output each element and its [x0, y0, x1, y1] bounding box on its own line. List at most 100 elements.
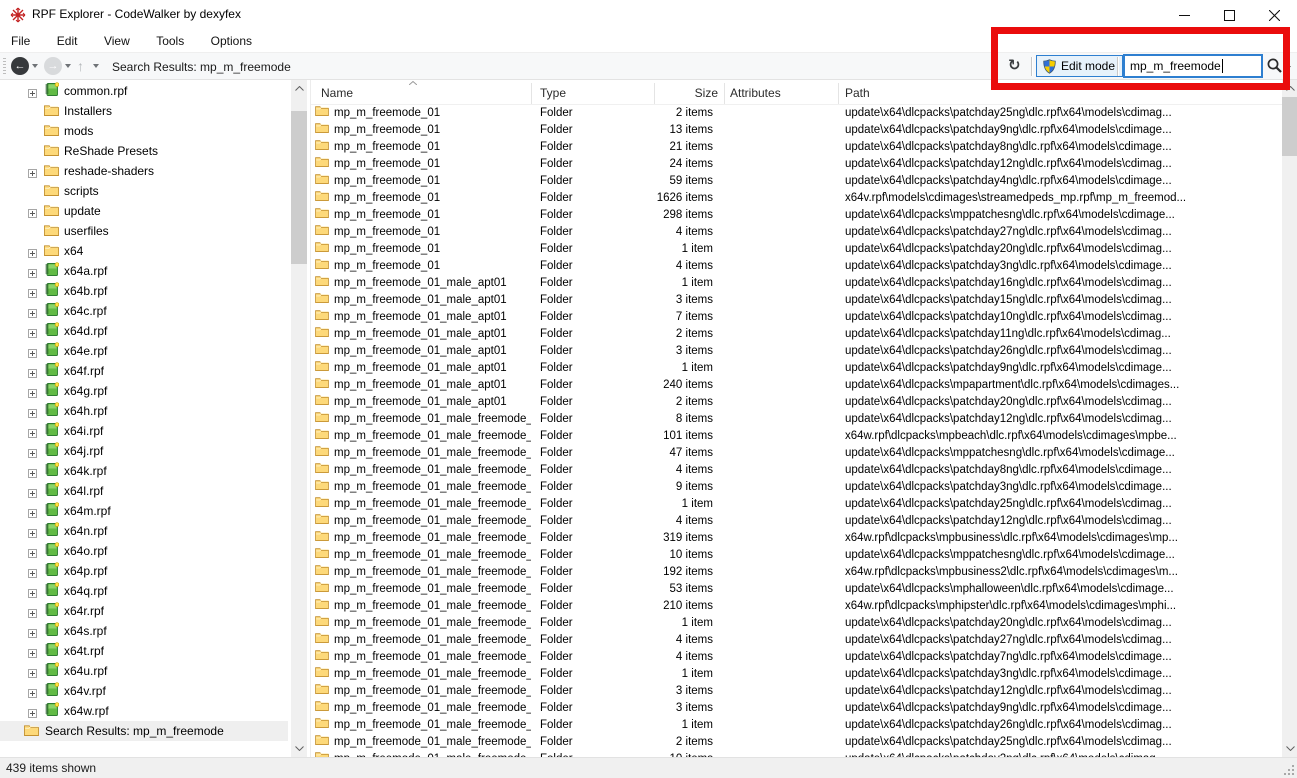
column-header-path[interactable]: Path [845, 86, 870, 100]
scroll-up-icon[interactable] [1282, 80, 1297, 97]
expand-icon[interactable] [28, 567, 37, 576]
expand-icon[interactable] [28, 267, 37, 276]
sidebar-item-x64e-rpf[interactable]: x64e.rpf [0, 341, 288, 361]
sidebar-item-x64c-rpf[interactable]: x64c.rpf [0, 301, 288, 321]
column-header-name[interactable]: Name [321, 86, 353, 100]
table-row[interactable]: mp_m_freemode_01_male_freemode_b...Folde… [311, 428, 1282, 445]
column-header-type[interactable]: Type [540, 86, 566, 100]
expand-icon[interactable] [28, 87, 37, 96]
table-row[interactable]: mp_m_freemode_01Folder4 itemsupdate\x64\… [311, 258, 1282, 275]
sidebar-item-x64t-rpf[interactable]: x64t.rpf [0, 641, 288, 661]
table-row[interactable]: mp_m_freemode_01_male_apt01Folder3 items… [311, 343, 1282, 360]
table-row[interactable]: mp_m_freemode_01_male_freemode_h...Folde… [311, 700, 1282, 717]
menu-edit[interactable]: Edit [46, 30, 89, 48]
sidebar-item-x64b-rpf[interactable]: x64b.rpf [0, 281, 288, 301]
search-icon[interactable] [1266, 57, 1283, 74]
expand-icon[interactable] [28, 687, 37, 696]
list-scrollbar-thumb[interactable] [1282, 97, 1297, 156]
sidebar-item-x64u-rpf[interactable]: x64u.rpf [0, 661, 288, 681]
expand-icon[interactable] [28, 327, 37, 336]
table-row[interactable]: mp_m_freemode_01_male_apt01Folder2 items… [311, 326, 1282, 343]
table-row[interactable]: mp_m_freemode_01Folder13 itemsupdate\x64… [311, 122, 1282, 139]
minimize-button[interactable] [1162, 0, 1207, 30]
table-row[interactable]: mp_m_freemode_01_male_apt01Folder7 items… [311, 309, 1282, 326]
sidebar-item-x64s-rpf[interactable]: x64s.rpf [0, 621, 288, 641]
column-header-attributes[interactable]: Attributes [730, 86, 781, 100]
scroll-down-icon[interactable] [291, 740, 307, 757]
column-divider[interactable] [531, 83, 532, 104]
table-row[interactable]: mp_m_freemode_01_male_apt01Folder1 itemu… [311, 360, 1282, 377]
sidebar-item-x64d-rpf[interactable]: x64d.rpf [0, 321, 288, 341]
column-divider[interactable] [838, 83, 839, 104]
resize-grip-icon[interactable] [1283, 764, 1295, 776]
sidebar-item-x64r-rpf[interactable]: x64r.rpf [0, 601, 288, 621]
expand-icon[interactable] [28, 587, 37, 596]
expand-icon[interactable] [28, 287, 37, 296]
scroll-up-icon[interactable] [291, 80, 307, 97]
sidebar-item-installers[interactable]: Installers [0, 101, 288, 121]
edit-mode-button[interactable]: Edit mode [1036, 55, 1123, 77]
sidebar-item-x64k-rpf[interactable]: x64k.rpf [0, 461, 288, 481]
column-header-size[interactable]: Size [611, 86, 718, 100]
table-row[interactable]: mp_m_freemode_01_male_freemode_h...Folde… [311, 581, 1282, 598]
table-row[interactable]: mp_m_freemode_01_male_freemode_h...Folde… [311, 683, 1282, 700]
menu-view[interactable]: View [93, 30, 141, 48]
expand-icon[interactable] [28, 707, 37, 716]
sidebar-item-update[interactable]: update [0, 201, 288, 221]
expand-icon[interactable] [28, 247, 37, 256]
column-divider[interactable] [654, 83, 655, 104]
back-dropdown-icon[interactable] [32, 64, 38, 68]
expand-icon[interactable] [28, 407, 37, 416]
table-row[interactable]: mp_m_freemode_01Folder24 itemsupdate\x64… [311, 156, 1282, 173]
column-divider[interactable] [724, 83, 725, 104]
table-row[interactable]: mp_m_freemode_01_male_freemode_h...Folde… [311, 734, 1282, 751]
table-row[interactable]: mp_m_freemode_01_male_freemode_b...Folde… [311, 479, 1282, 496]
back-button[interactable]: ← [11, 57, 29, 75]
table-row[interactable]: mp_m_freemode_01_male_apt01Folder3 items… [311, 292, 1282, 309]
expand-icon[interactable] [28, 467, 37, 476]
table-row[interactable]: mp_m_freemode_01Folder2 itemsupdate\x64\… [311, 105, 1282, 122]
forward-button[interactable]: → [44, 57, 62, 75]
expand-icon[interactable] [28, 627, 37, 636]
sidebar-item-mods[interactable]: mods [0, 121, 288, 141]
expand-icon[interactable] [28, 527, 37, 536]
expand-icon[interactable] [28, 447, 37, 456]
sidebar-item-x64l-rpf[interactable]: x64l.rpf [0, 481, 288, 501]
expand-icon[interactable] [28, 307, 37, 316]
table-row[interactable]: mp_m_freemode_01Folder1 itemupdate\x64\d… [311, 241, 1282, 258]
expand-icon[interactable] [28, 607, 37, 616]
refresh-button[interactable]: ↻ [1008, 56, 1021, 74]
expand-icon[interactable] [28, 487, 37, 496]
table-row[interactable]: mp_m_freemode_01_male_freemode_b...Folde… [311, 564, 1282, 581]
expand-icon[interactable] [28, 207, 37, 216]
table-row[interactable]: mp_m_freemode_01_male_apt01Folder1 itemu… [311, 275, 1282, 292]
sidebar-item-reshade-shaders[interactable]: reshade-shaders [0, 161, 288, 181]
menu-file[interactable]: File [0, 30, 41, 48]
table-row[interactable]: mp_m_freemode_01_male_freemode_h...Folde… [311, 717, 1282, 734]
sidebar-item-x64i-rpf[interactable]: x64i.rpf [0, 421, 288, 441]
expand-icon[interactable] [28, 427, 37, 436]
sidebar-item-x64q-rpf[interactable]: x64q.rpf [0, 581, 288, 601]
table-row[interactable]: mp_m_freemode_01_male_freemode_b...Folde… [311, 445, 1282, 462]
sidebar-item-x64p-rpf[interactable]: x64p.rpf [0, 561, 288, 581]
expand-icon[interactable] [28, 387, 37, 396]
table-row[interactable]: mp_m_freemode_01_male_freemode_h...Folde… [311, 632, 1282, 649]
maximize-button[interactable] [1207, 0, 1252, 30]
table-row[interactable]: mp_m_freemode_01_male_freemode_b...Folde… [311, 513, 1282, 530]
table-row[interactable]: mp_m_freemode_01_male_freemode_h...Folde… [311, 649, 1282, 666]
sidebar-item-reshade-presets[interactable]: ReShade Presets [0, 141, 288, 161]
sidebar-item-userfiles[interactable]: userfiles [0, 221, 288, 241]
table-row[interactable]: mp_m_freemode_01Folder59 itemsupdate\x64… [311, 173, 1282, 190]
tree-scrollbar-thumb[interactable] [291, 111, 307, 264]
sidebar-item-x64[interactable]: x64 [0, 241, 288, 261]
table-row[interactable]: mp_m_freemode_01_male_freemode_b...Folde… [311, 496, 1282, 513]
sidebar-item-x64m-rpf[interactable]: x64m.rpf [0, 501, 288, 521]
sidebar-item-x64g-rpf[interactable]: x64g.rpf [0, 381, 288, 401]
sidebar-item-x64v-rpf[interactable]: x64v.rpf [0, 681, 288, 701]
table-row[interactable]: mp_m_freemode_01_male_freemode_h...Folde… [311, 666, 1282, 683]
sidebar-item-common-rpf[interactable]: common.rpf [0, 81, 288, 101]
table-row[interactable]: mp_m_freemode_01_male_freemode_b...Folde… [311, 411, 1282, 428]
menu-tools[interactable]: Tools [145, 30, 195, 48]
list-scrollbar[interactable] [1282, 80, 1297, 757]
up-button[interactable]: ↑ [77, 58, 84, 74]
